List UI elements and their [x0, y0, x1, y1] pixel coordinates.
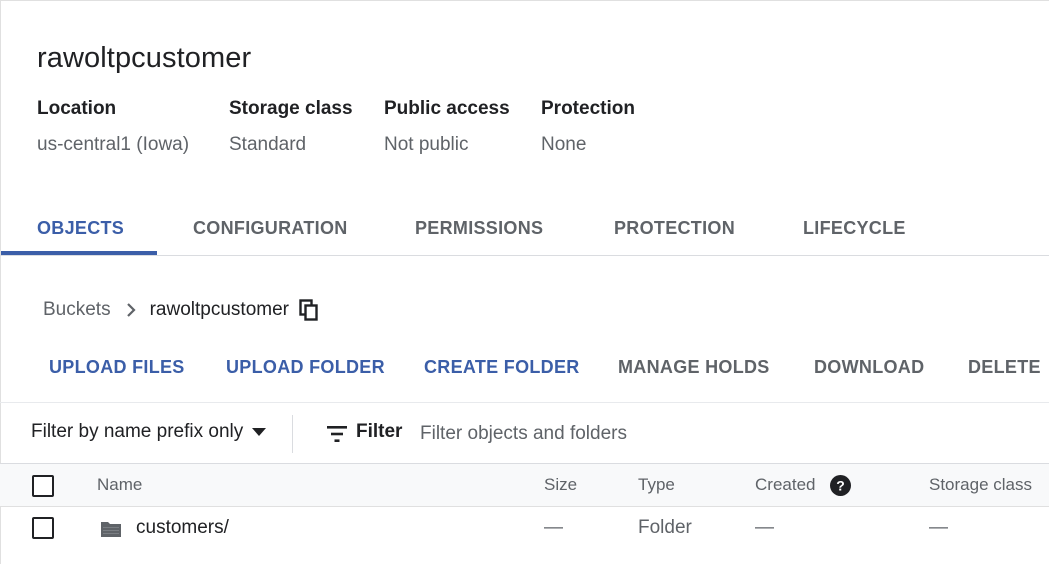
tab-objects[interactable]: OBJECTS	[37, 200, 124, 256]
row-storage-class: —	[929, 517, 948, 538]
row-name-link[interactable]: customers/	[136, 517, 229, 539]
filter-bar: Filter by name prefix only Filter	[0, 402, 1049, 464]
meta-location-label: Location	[37, 98, 117, 119]
column-header-size[interactable]: Size	[544, 475, 577, 495]
upload-files-button[interactable]: UPLOAD FILES	[49, 352, 185, 382]
chevron-right-icon	[126, 303, 136, 317]
meta-protection-label: Protection	[541, 98, 635, 119]
meta-public-access: Public access Not public	[384, 96, 510, 158]
breadcrumb: Buckets rawoltpcustomer	[43, 296, 319, 324]
meta-location-value: us-central1 (Iowa)	[37, 134, 190, 155]
bucket-title: rawoltpcustomer	[37, 42, 252, 74]
active-tab-indicator	[1, 251, 157, 255]
tab-lifecycle[interactable]: LIFECYCLE	[803, 200, 906, 256]
meta-storage-class-value: Standard	[229, 134, 307, 155]
delete-button[interactable]: DELETE	[968, 352, 1041, 382]
column-header-created[interactable]: Created	[755, 475, 815, 495]
table-row[interactable]: customers/ — Folder — —	[0, 507, 1049, 551]
filter-mode-dropdown[interactable]: Filter by name prefix only	[31, 421, 267, 443]
row-size: —	[544, 517, 563, 538]
tab-bar: OBJECTS CONFIGURATION PERMISSIONS PROTEC…	[0, 200, 1049, 256]
row-created: —	[755, 517, 774, 538]
copy-icon[interactable]	[299, 299, 319, 321]
meta-location: Location us-central1 (Iowa)	[37, 96, 189, 158]
select-all-checkbox[interactable]	[32, 475, 54, 497]
breadcrumb-buckets-link[interactable]: Buckets	[43, 299, 111, 321]
tab-permissions[interactable]: PERMISSIONS	[415, 200, 543, 256]
filter-label[interactable]: Filter	[356, 421, 402, 443]
meta-storage-class-label: Storage class	[229, 98, 353, 119]
filter-mode-label: Filter by name prefix only	[31, 421, 244, 442]
meta-public-access-value: Not public	[384, 134, 469, 155]
column-header-name[interactable]: Name	[97, 475, 142, 495]
tab-configuration[interactable]: CONFIGURATION	[193, 200, 348, 256]
breadcrumb-current: rawoltpcustomer	[149, 299, 289, 320]
caret-down-icon	[252, 428, 267, 436]
filter-input[interactable]	[420, 417, 920, 451]
top-border	[0, 0, 1049, 1]
column-header-type[interactable]: Type	[638, 475, 675, 495]
folder-icon	[101, 522, 121, 537]
svg-text:?: ?	[836, 478, 845, 494]
column-header-storage-class[interactable]: Storage class	[929, 475, 1032, 495]
meta-storage-class: Storage class Standard	[229, 96, 353, 158]
row-type: Folder	[638, 517, 692, 538]
filter-icon[interactable]	[326, 425, 348, 443]
table-header: Name Size Type Created ? Storage class	[0, 464, 1049, 507]
upload-folder-button[interactable]: UPLOAD FOLDER	[226, 352, 385, 382]
download-button[interactable]: DOWNLOAD	[814, 352, 924, 382]
create-folder-button[interactable]: CREATE FOLDER	[424, 352, 580, 382]
filter-divider	[292, 415, 293, 453]
manage-holds-button[interactable]: MANAGE HOLDS	[618, 352, 770, 382]
meta-protection: Protection None	[541, 96, 635, 158]
tab-protection[interactable]: PROTECTION	[614, 200, 735, 256]
row-checkbox[interactable]	[32, 517, 54, 539]
meta-public-access-label: Public access	[384, 98, 510, 119]
meta-protection-value: None	[541, 134, 587, 155]
help-icon[interactable]: ?	[830, 475, 851, 496]
